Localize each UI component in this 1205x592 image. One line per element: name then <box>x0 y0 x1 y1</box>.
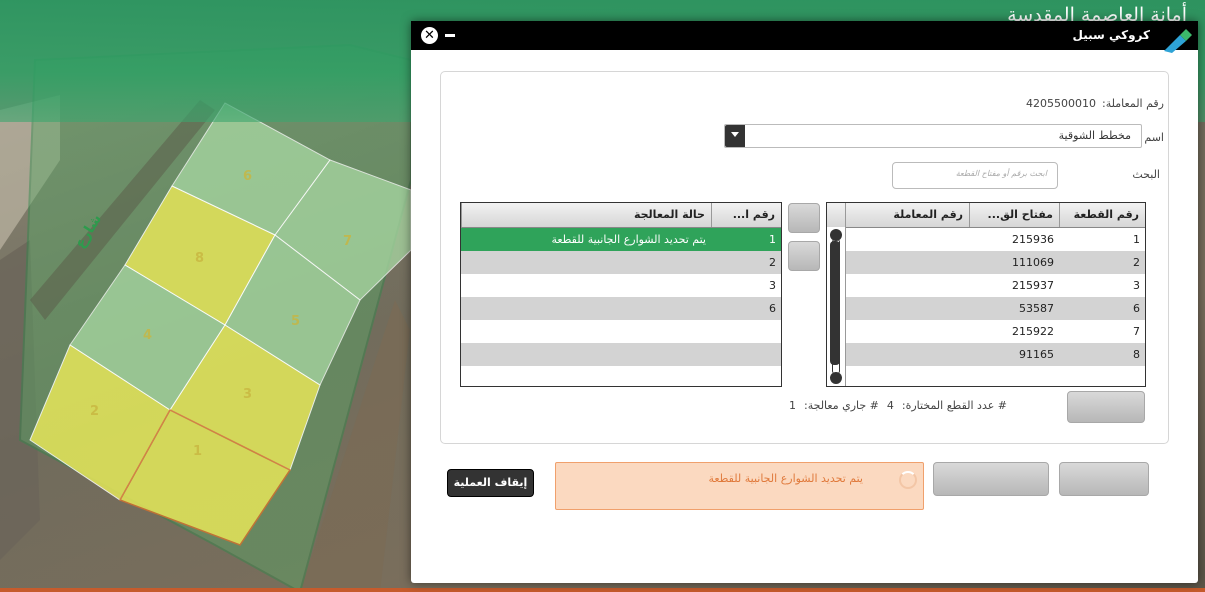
cell-transaction <box>845 343 969 366</box>
column-header-transaction[interactable]: رقم المعاملة <box>845 203 969 227</box>
sketch-dialog: ✕ كروكي سبيل رقم المعاملة:4205500010 اسم… <box>411 21 1198 583</box>
cell-key: 215922 <box>1012 325 1054 338</box>
table-row[interactable]: 6 <box>461 297 781 320</box>
svg-text:5: 5 <box>291 314 300 329</box>
close-icon[interactable]: ✕ <box>421 27 438 44</box>
plots-table-header: رقم القطعة مفتاح الق... رقم المعاملة <box>827 203 1145 228</box>
selected-count-value: 4 <box>886 399 894 412</box>
cell-transaction <box>845 228 969 251</box>
column-header-number[interactable]: رقم ا... <box>711 203 781 227</box>
table-row[interactable]: 8 91165 <box>827 343 1145 366</box>
cell-key: 215936 <box>1012 233 1054 246</box>
transaction-value: 4205500010 <box>1026 97 1097 110</box>
table-row[interactable]: 3 <box>461 274 781 297</box>
svg-text:6: 6 <box>243 169 252 184</box>
transaction-label: رقم المعاملة: <box>1102 97 1164 110</box>
loading-spinner-icon <box>899 471 917 489</box>
cell-transaction <box>845 320 969 343</box>
processing-count-value: 1 <box>789 399 796 412</box>
cell-key: 53587 <box>1019 302 1054 315</box>
stop-process-button[interactable]: إيقاف العملية <box>447 469 534 497</box>
column-header-plot-key[interactable]: مفتاح الق... <box>969 203 1059 227</box>
search-placeholder: ابحث برقم أو مفتاح القطعة <box>955 169 1047 178</box>
select-action-button[interactable] <box>1067 391 1145 423</box>
cell-status <box>461 297 711 320</box>
svg-text:2: 2 <box>90 404 99 419</box>
plan-select[interactable]: مخطط الشوقية <box>724 124 1142 148</box>
scroll-up-icon[interactable] <box>830 229 842 241</box>
bottom-strip <box>0 588 1205 592</box>
svg-text:4: 4 <box>143 328 152 343</box>
scrollbar-thumb[interactable] <box>830 241 840 365</box>
cell-status <box>461 251 711 274</box>
app-logo-icon <box>1164 29 1192 53</box>
status-message: يتم تحديد الشوارع الجانبية للقطعة <box>708 472 863 485</box>
transaction-row: رقم المعاملة: 4205500010 <box>1026 97 1164 110</box>
cell-status <box>461 343 711 366</box>
svg-text:7: 7 <box>343 234 352 249</box>
cell-number: 2 <box>769 256 776 269</box>
cell-plot: 3 <box>1133 279 1140 292</box>
table-row[interactable]: 1 215936 <box>827 228 1145 251</box>
cell-number <box>711 343 781 366</box>
plots-table-scrollbar[interactable] <box>827 227 846 386</box>
cell-plot: 2 <box>1133 256 1140 269</box>
selected-count-label: # عدد القطع المختارة: <box>901 399 1008 412</box>
table-row[interactable]: 7 215922 <box>827 320 1145 343</box>
plan-select-value: مخطط الشوقية <box>1058 129 1131 142</box>
move-left-button[interactable] <box>788 241 820 271</box>
table-row[interactable]: 3 215937 <box>827 274 1145 297</box>
cell-status <box>461 274 711 297</box>
processing-count-label: # جاري معالجة: <box>804 399 879 412</box>
dialog-header[interactable]: ✕ كروكي سبيل <box>411 21 1198 53</box>
cell-transaction <box>845 274 969 297</box>
column-header-plot-number[interactable]: رقم القطعة <box>1059 203 1145 227</box>
processing-table[interactable]: رقم ا... حالة المعالجة 1 يتم تحديد الشوا… <box>460 202 782 387</box>
table-row[interactable]: 1 يتم تحديد الشوارع الجانبية للقطعة <box>461 228 781 251</box>
cell-status <box>461 320 711 343</box>
cell-plot: 1 <box>1133 233 1140 246</box>
table-row[interactable]: 6 53587 <box>827 297 1145 320</box>
minimize-icon[interactable] <box>445 34 455 37</box>
column-header-status[interactable]: حالة المعالجة <box>461 203 711 227</box>
cell-number: 3 <box>769 279 776 292</box>
move-right-button[interactable] <box>788 203 820 233</box>
cell-number: 1 <box>769 233 776 246</box>
search-input[interactable]: ابحث برقم أو مفتاح القطعة <box>892 162 1058 189</box>
dialog-title: كروكي سبيل <box>1072 28 1150 42</box>
action-button-1[interactable] <box>1059 462 1149 496</box>
chevron-down-icon[interactable] <box>725 125 745 147</box>
cell-plot: 8 <box>1133 348 1140 361</box>
cell-transaction <box>845 251 969 274</box>
cell-plot: 7 <box>1133 325 1140 338</box>
action-button-2[interactable] <box>933 462 1049 496</box>
cell-number: 6 <box>769 302 776 315</box>
cell-status: يتم تحديد الشوارع الجانبية للقطعة <box>551 233 706 246</box>
plots-table[interactable]: رقم القطعة مفتاح الق... رقم المعاملة 1 2… <box>826 202 1146 387</box>
cell-transaction <box>845 297 969 320</box>
cell-number <box>711 320 781 343</box>
search-label: البحث <box>1132 168 1160 181</box>
cell-key: 111069 <box>1012 256 1054 269</box>
table-row[interactable] <box>461 320 781 343</box>
table-row[interactable]: 2 111069 <box>827 251 1145 274</box>
svg-text:3: 3 <box>243 387 252 402</box>
scroll-down-icon[interactable] <box>830 372 842 384</box>
svg-text:8: 8 <box>195 251 204 266</box>
status-message-box: يتم تحديد الشوارع الجانبية للقطعة <box>555 462 924 510</box>
table-row[interactable] <box>461 343 781 366</box>
table-row[interactable]: 2 <box>461 251 781 274</box>
cell-plot: 6 <box>1133 302 1140 315</box>
svg-text:1: 1 <box>193 444 202 459</box>
processing-table-header: رقم ا... حالة المعالجة <box>461 203 781 228</box>
counts-summary: # عدد القطع المختارة: 4 # جاري معالجة: 1 <box>781 399 1007 412</box>
cell-key: 215937 <box>1012 279 1054 292</box>
cell-key: 91165 <box>1019 348 1054 361</box>
